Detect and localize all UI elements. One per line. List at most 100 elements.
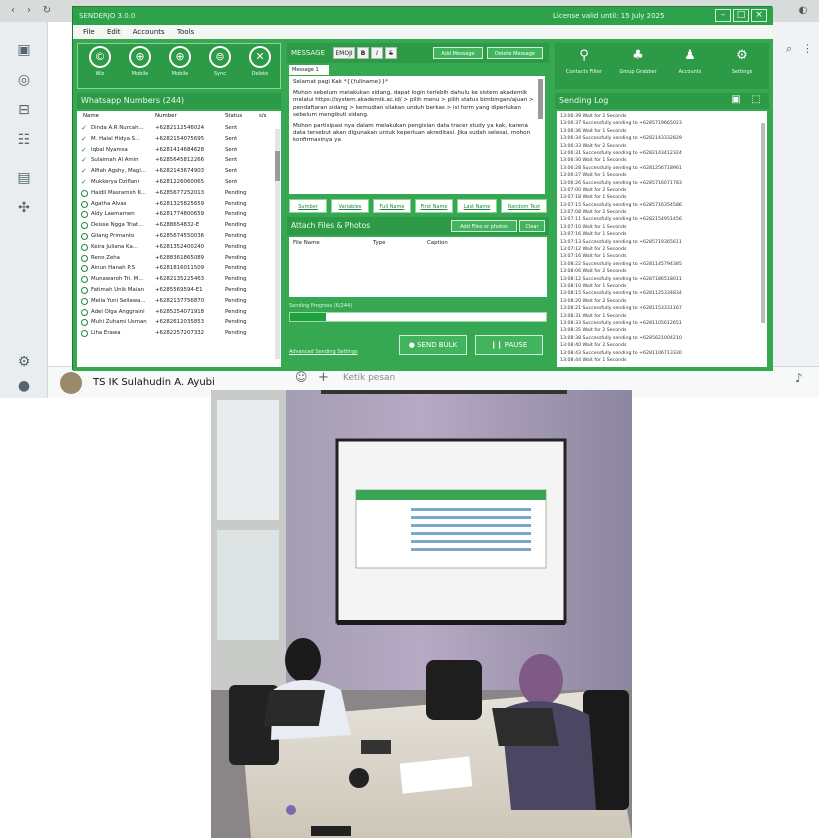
pause-label: PAUSE <box>504 341 528 349</box>
status-icon[interactable]: ◎ <box>14 70 34 90</box>
table-row[interactable]: ✓ Iqbal Nyamsa +6281414684628 Sent <box>77 145 273 155</box>
maximize-button[interactable]: □ <box>733 9 749 22</box>
projected-app-header <box>356 490 546 500</box>
back-icon[interactable]: ‹ <box>6 4 20 18</box>
table-row[interactable]: Keira Juliana Ka... +6281352400240 Pending <box>77 242 273 252</box>
communities-icon[interactable]: ☷ <box>14 130 34 150</box>
table-row[interactable]: Liha Erawa +6282257207332 Pending <box>77 328 273 338</box>
variable-button[interactable]: Full Name <box>373 199 411 213</box>
clear-log-icon[interactable]: ⬚ <box>749 93 763 107</box>
table-row[interactable]: Melia Yuni Sellawa... +6282137756870 Pendi… <box>77 296 273 306</box>
accounts-button[interactable]: ♟ Accounts <box>665 47 715 87</box>
delete-button[interactable]: ✕ Delete <box>242 46 278 86</box>
table-row[interactable]: Muhi Zuhami Usman +6282612035853 Pending <box>77 317 273 327</box>
profile-icon[interactable]: ◐ <box>796 4 810 18</box>
chats-icon[interactable]: ▣ <box>14 40 34 60</box>
variable-button[interactable]: Variables <box>331 199 369 213</box>
message-editor[interactable]: Selamat pagi Kak *{{fullname}}* Mohon seb… <box>289 76 545 194</box>
table-row[interactable]: Deisse Ngga Triat... +6288654832-E Pending <box>77 220 273 230</box>
table-row[interactable]: Aldy Laemamen +6281774800659 Pending <box>77 209 273 219</box>
column-header-ss[interactable]: s/s <box>259 113 266 119</box>
cell-number: +6281352400240 <box>155 243 205 250</box>
calendar-icon[interactable]: ▤ <box>14 168 34 188</box>
mic-icon[interactable]: ♪ <box>795 371 803 385</box>
table-row[interactable]: Munawaroh Tri. M... +6282135225463 Pending <box>77 274 273 284</box>
clear-files-button[interactable]: Clear <box>519 220 545 232</box>
italic-button[interactable]: I <box>371 47 383 59</box>
wizard-button[interactable]: © Wiz <box>82 46 118 86</box>
menu-file[interactable]: File <box>83 28 95 36</box>
table-row[interactable]: Adel Olga Anggraini +6285254071918 Pending <box>77 307 273 317</box>
message-scrollbar-thumb[interactable] <box>538 79 543 119</box>
pause-button[interactable]: ❙❙ PAUSE <box>475 335 543 355</box>
chat-contact-name[interactable]: TS IK Sulahudin A. Ayubi <box>93 377 215 388</box>
table-row[interactable]: Gilang Primanto +6285674550036 Pending <box>77 231 273 241</box>
close-button[interactable]: × <box>751 9 767 22</box>
pending-circle-icon <box>81 276 88 284</box>
contacts-filter-button[interactable]: ⚲ Contacts Filter <box>559 47 609 87</box>
settings-button[interactable]: ⚙ Settings <box>717 47 767 87</box>
cell-name: Sulaimah Al Amin <box>91 157 139 164</box>
variable-button[interactable]: Last Name <box>457 199 497 213</box>
variable-button[interactable]: Random Text <box>501 199 547 213</box>
table-row[interactable]: ✓ M. Halal Hidya S... +6282154075695 Sent <box>77 134 273 144</box>
table-row[interactable]: Fatimah Unik Maian +6285569594-E1 Pending <box>77 285 273 295</box>
column-header-type[interactable]: Type <box>373 240 385 246</box>
minimize-button[interactable]: – <box>715 9 731 22</box>
menu-edit[interactable]: Edit <box>107 28 121 36</box>
menu-accounts[interactable]: Accounts <box>133 28 165 36</box>
search-icon[interactable]: ⌕ <box>786 42 792 56</box>
progress-fill <box>290 313 326 321</box>
column-header-status[interactable]: Status <box>225 113 242 119</box>
table-row[interactable]: ✓ Dinda A.R Nurcah... +6282112546024 Sent <box>77 123 273 133</box>
emoji-button[interactable]: EMOJI <box>333 47 355 59</box>
emoji-icon[interactable]: ☺ <box>295 370 308 384</box>
variable-button[interactable]: Sumber <box>289 199 327 213</box>
variable-button[interactable]: First Name <box>415 199 453 213</box>
profile-avatar-icon[interactable]: ● <box>14 376 34 396</box>
settings-icon[interactable]: ⚙ <box>14 352 34 372</box>
bold-button[interactable]: B <box>357 47 369 59</box>
table-row[interactable]: Haidil Masramsh K... +6285677252013 Pendin… <box>77 188 273 198</box>
advanced-settings-link[interactable]: Advanced Sending Settings <box>289 349 358 355</box>
column-header-name[interactable]: Name <box>83 113 99 119</box>
channels-icon[interactable]: ⊟ <box>14 100 34 120</box>
numbers-scrollbar-thumb[interactable] <box>275 151 280 181</box>
save-log-icon[interactable]: ▣ <box>729 93 743 107</box>
message-input[interactable]: Ketik pesan <box>343 373 395 383</box>
add-message-button[interactable]: Add Message <box>433 47 483 59</box>
table-row[interactable]: ✓ Mukkerya Dziflani +6281226060065 Sent <box>77 177 273 187</box>
table-row[interactable]: Agatha Alvas +6281325825659 Pending <box>77 199 273 209</box>
column-header-number[interactable]: Number <box>155 113 177 119</box>
add-files-button[interactable]: Add Files or photos <box>451 220 517 232</box>
table-row[interactable]: Ainun Hanah P.S +6281816011509 Pending <box>77 263 273 273</box>
strike-button[interactable]: S <box>385 47 397 59</box>
reload-icon[interactable]: ↻ <box>40 4 54 18</box>
menu-icon[interactable]: ⋮ <box>802 42 813 55</box>
log-scrollbar[interactable] <box>761 123 765 323</box>
delete-message-button[interactable]: Delete Message <box>487 47 543 59</box>
mobile-button[interactable]: ⊕ Mobile <box>122 46 158 86</box>
person-left-head <box>285 638 321 682</box>
tool-label: Group Grabber <box>619 69 657 75</box>
user-add-icon: ♟ <box>684 48 696 63</box>
meta-icon[interactable]: ✣ <box>14 198 34 218</box>
group-grabber-button[interactable]: ♣ Group Grabber <box>613 47 663 87</box>
column-header-file-name[interactable]: File Name <box>293 240 320 246</box>
cell-status: Pending <box>225 308 247 315</box>
sync-button[interactable]: ⊜ Sync <box>202 46 238 86</box>
table-row[interactable]: ✓ Sulaimah Al Amin +6285645812266 Sent <box>77 155 273 165</box>
menu-tools[interactable]: Tools <box>177 28 194 36</box>
tab-message-1[interactable]: Message 1 <box>289 65 329 75</box>
forward-icon[interactable]: › <box>22 4 36 18</box>
numbers-table[interactable]: Name Number Status s/s ✓ Dinda A.R Nurcah… <box>77 111 281 367</box>
attach-plus-icon[interactable]: + <box>318 370 329 385</box>
table-row[interactable]: Reno Zeha +6288361865089 Pending <box>77 253 273 263</box>
column-header-caption[interactable]: Caption <box>427 240 448 246</box>
cell-name: Fatimah Unik Maian <box>91 287 145 293</box>
attachments-table[interactable]: File Name Type Caption <box>289 237 547 297</box>
mobile-add-button[interactable]: ⊕ Mobile <box>162 46 198 86</box>
cell-status: Pending <box>225 297 247 304</box>
send-bulk-button[interactable]: ● SEND BULK <box>399 335 467 355</box>
table-row[interactable]: ✓ Alfiah Agshy, Magi... +6282143674903 Sent <box>77 166 273 176</box>
